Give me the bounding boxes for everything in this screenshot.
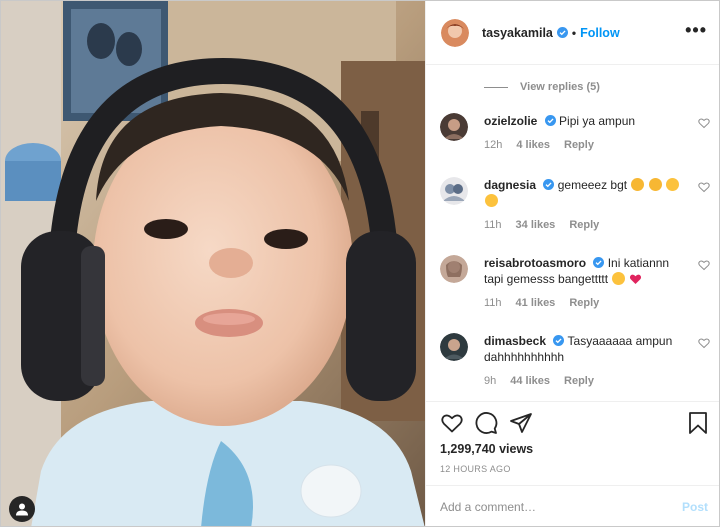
comment-composer: Post (426, 485, 719, 526)
comment-time: 11h (484, 297, 502, 309)
comment-body: reisabrotoasmoro Ini katiannn tapi gemes… (484, 255, 710, 287)
more-options-icon[interactable]: ••• (685, 21, 707, 41)
comment-body: ozielzolie Pipi ya ampun (484, 113, 710, 129)
comment-like-heart-icon[interactable] (698, 259, 710, 271)
post-video[interactable] (1, 1, 425, 526)
comment-meta: 12h 4 likes Reply (484, 139, 710, 151)
verified-badge-icon (553, 335, 565, 346)
view-count[interactable]: 1,299,740 views (440, 442, 533, 456)
post-details-panel: tasyakamila • Follow ••• View replies (5… (425, 1, 719, 526)
verified-badge-icon (556, 27, 568, 38)
view-replies-label: View replies (5) (520, 81, 600, 93)
comment-like-heart-icon[interactable] (698, 181, 710, 193)
post-actions: 1,299,740 views 12 HOURS AGO (426, 401, 719, 485)
commenter-avatar[interactable] (440, 113, 468, 141)
user-tag-icon (16, 503, 28, 516)
verified-badge-icon (544, 115, 556, 126)
comment-time: 11h (484, 219, 502, 231)
post-header: tasyakamila • Follow ••• (426, 1, 719, 65)
comment-time: 9h (484, 375, 497, 387)
comment-likes[interactable]: 41 likes (516, 297, 556, 309)
user-tag-button[interactable] (9, 496, 35, 522)
comment-username[interactable]: reisabrotoasmoro (484, 256, 586, 270)
separator-dot: • (571, 25, 577, 40)
reply-button[interactable]: Reply (564, 139, 594, 151)
verified-badge-icon (593, 257, 605, 268)
comment-text: Pipi ya ampun (559, 114, 636, 128)
reply-button[interactable]: Reply (569, 297, 599, 309)
comment-input[interactable] (440, 500, 682, 514)
comment-bubble-icon[interactable] (474, 411, 498, 435)
comment-body: dimasbeck Tasyaaaaaa ampun dahhhhhhhhhh (484, 333, 710, 365)
author-avatar[interactable] (440, 18, 470, 48)
comment-meta: 9h 44 likes Reply (484, 375, 710, 387)
smiling-emoji (485, 194, 498, 207)
view-replies-button[interactable]: View replies (5) (484, 81, 600, 93)
verified-badge-icon (543, 179, 555, 190)
star-struck-emoji (631, 178, 645, 191)
comment-username[interactable]: ozielzolie (484, 114, 537, 128)
smiling-emoji (666, 178, 680, 191)
comment-likes[interactable]: 4 likes (516, 139, 550, 151)
comment-meta: 11h 34 likes Reply (484, 219, 710, 231)
comment-item: dimasbeck Tasyaaaaaa ampun dahhhhhhhhhh … (440, 333, 710, 387)
reply-button[interactable]: Reply (564, 375, 594, 387)
comment-username[interactable]: dimasbeck (484, 334, 546, 348)
commenter-avatar[interactable] (440, 255, 468, 283)
star-struck-emoji (648, 178, 662, 191)
heart-emoji (629, 274, 641, 284)
reply-button[interactable]: Reply (569, 219, 599, 231)
comment-body: dagnesia gemeeez bgt (484, 177, 710, 209)
commenter-avatar[interactable] (440, 333, 468, 361)
comment-like-heart-icon[interactable] (698, 117, 710, 129)
action-icons-row (438, 411, 710, 437)
author-avatar-image (441, 18, 469, 47)
comment-like-heart-icon[interactable] (698, 337, 710, 349)
follow-button[interactable]: Follow (580, 26, 620, 40)
comment-likes[interactable]: 44 likes (510, 375, 550, 387)
share-direct-icon[interactable] (509, 411, 533, 435)
post-modal: tasyakamila • Follow ••• View replies (5… (0, 0, 720, 527)
save-bookmark-icon[interactable] (686, 411, 710, 435)
comment-time: 12h (484, 139, 503, 151)
view-replies-line (484, 86, 508, 88)
commenter-avatar[interactable] (440, 177, 468, 205)
author-username[interactable]: tasyakamila (482, 26, 553, 40)
comment-likes[interactable]: 34 likes (516, 219, 556, 231)
comment-username[interactable]: dagnesia (484, 178, 536, 192)
like-heart-icon[interactable] (440, 411, 464, 435)
comment-text: gemeeez bgt (557, 178, 628, 192)
comments-list[interactable]: View replies (5) ozielzolie Pipi ya ampu… (426, 65, 719, 401)
post-comment-button[interactable]: Post (682, 500, 708, 514)
comment-item: ozielzolie Pipi ya ampun 12h 4 likes Rep… (440, 113, 710, 151)
video-frame-illustration (1, 1, 425, 526)
comment-meta: 11h 41 likes Reply (484, 297, 710, 309)
grinning-sweat-emoji (612, 272, 626, 285)
comment-item: dagnesia gemeeez bgt 11h 34 likes Reply (440, 177, 710, 231)
post-timestamp: 12 HOURS AGO (440, 464, 511, 474)
comment-item: reisabrotoasmoro Ini katiannn tapi gemes… (440, 255, 710, 309)
